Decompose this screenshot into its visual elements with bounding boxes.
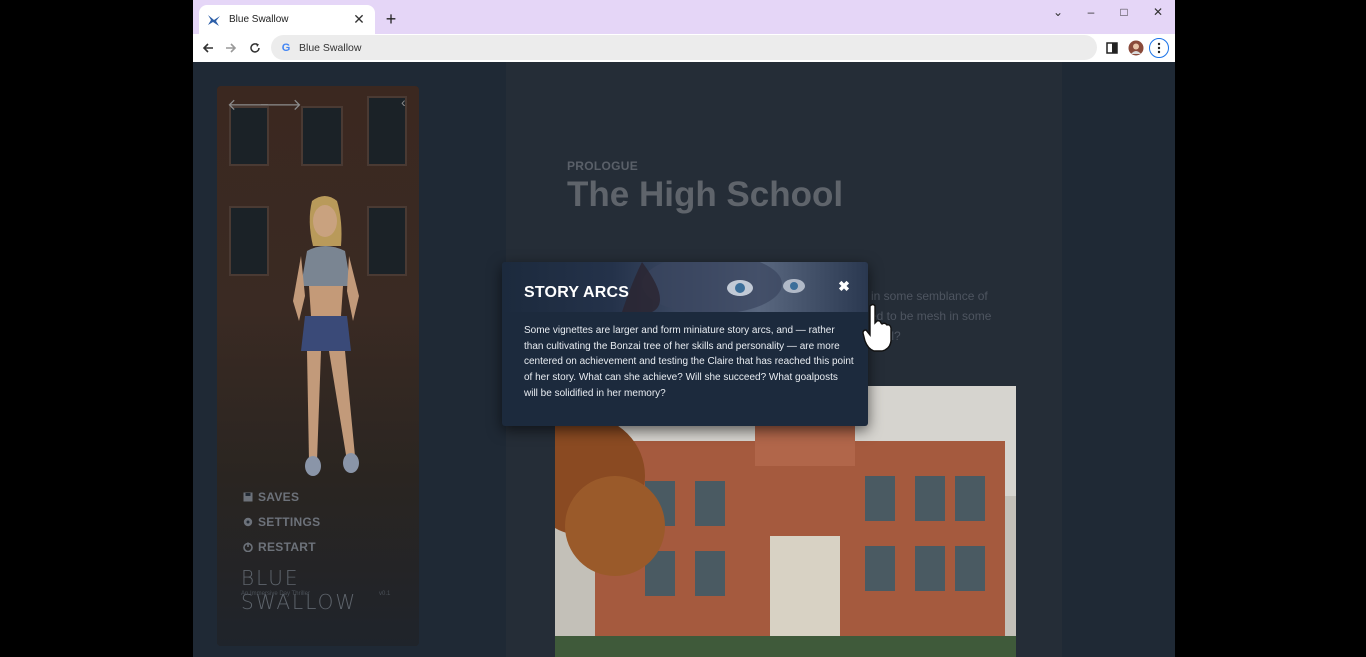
google-icon: G — [281, 41, 291, 54]
browser-toolbar: G Blue Swallow — [193, 34, 1175, 62]
story-arcs-dialog: STORY ARCS ✖ Some vignettes are larger a… — [502, 262, 868, 426]
close-window-button[interactable]: ✕ — [1143, 4, 1173, 20]
hand-pointer-icon — [862, 303, 892, 352]
side-panel-button[interactable] — [1102, 38, 1122, 58]
back-button[interactable] — [198, 38, 218, 58]
dialog-title: STORY ARCS — [524, 284, 630, 301]
reload-button[interactable] — [245, 38, 265, 58]
menu-settings[interactable]: SETTINGS — [242, 515, 320, 529]
chapter-label: PROLOGUE — [567, 159, 639, 173]
swallow-favicon-icon — [207, 13, 221, 27]
menu-settings-label: SETTINGS — [258, 515, 321, 529]
profile-avatar[interactable] — [1126, 38, 1146, 58]
tab-search-icon[interactable]: ⌄ — [1043, 4, 1073, 20]
browser-window: Blue Swallow ✕ + ⌄ – □ ✕ G Blue Swallow — [193, 0, 1175, 657]
close-icon[interactable]: ✖ — [836, 278, 852, 294]
game-logo: BLUE SWALLOW — [241, 566, 358, 614]
tab-blue-swallow[interactable]: Blue Swallow ✕ — [199, 5, 375, 34]
maximize-button[interactable]: □ — [1109, 4, 1139, 20]
page-title: The High School — [567, 175, 844, 214]
story-text-line: in some semblance of — [871, 289, 988, 303]
menu-restart[interactable]: RESTART — [242, 540, 316, 554]
dialog-header: STORY ARCS ✖ — [502, 262, 868, 312]
reload-icon — [250, 43, 260, 53]
arrow-right-icon — [226, 43, 237, 53]
arrow-left-icon — [202, 43, 213, 53]
save-icon — [242, 492, 253, 503]
power-icon — [242, 542, 253, 553]
building-window — [301, 106, 343, 166]
menu-saves-label: SAVES — [258, 490, 300, 504]
school-illustration — [555, 386, 1016, 657]
menu-restart-label: RESTART — [258, 540, 316, 554]
gear-icon — [242, 517, 253, 528]
forward-button[interactable] — [221, 38, 241, 58]
collapse-chevron-icon[interactable]: ‹ — [401, 94, 406, 110]
avatar-icon — [1128, 40, 1144, 56]
side-panel-icon — [1106, 42, 1118, 54]
character-portrait — [293, 196, 359, 476]
tab-close-icon[interactable]: ✕ — [351, 11, 367, 28]
dialog-body-text: Some vignettes are larger and form minia… — [524, 325, 854, 399]
building-window — [229, 106, 269, 166]
address-text: Blue Swallow — [299, 41, 362, 54]
menu-saves[interactable]: SAVES — [242, 490, 299, 504]
forward-arrow-icon[interactable]: 🡒 — [259, 94, 302, 115]
sidebar: 🡐 🡒 ‹ SAVES SETTINGS RESTART BLUE SWALLO… — [217, 86, 419, 646]
game-tagline: An Immersive Day Thriller — [241, 591, 310, 597]
game-page: 🡐 🡒 ‹ SAVES SETTINGS RESTART BLUE SWALLO… — [193, 62, 1175, 657]
new-tab-button[interactable]: + — [381, 9, 401, 29]
story-text-line: ed to be mesh in some — [870, 309, 992, 323]
building-window — [229, 206, 269, 276]
address-bar[interactable]: G Blue Swallow — [271, 35, 1097, 60]
kebab-menu-icon — [1157, 42, 1161, 54]
story-text-line: ool? — [878, 326, 1058, 346]
game-version: v0.1 — [379, 591, 391, 597]
tab-title: Blue Swallow — [229, 14, 289, 25]
minimize-button[interactable]: – — [1076, 4, 1106, 20]
browser-menu-button[interactable] — [1149, 38, 1169, 58]
tab-strip: Blue Swallow ✕ + ⌄ – □ ✕ — [193, 0, 1175, 34]
